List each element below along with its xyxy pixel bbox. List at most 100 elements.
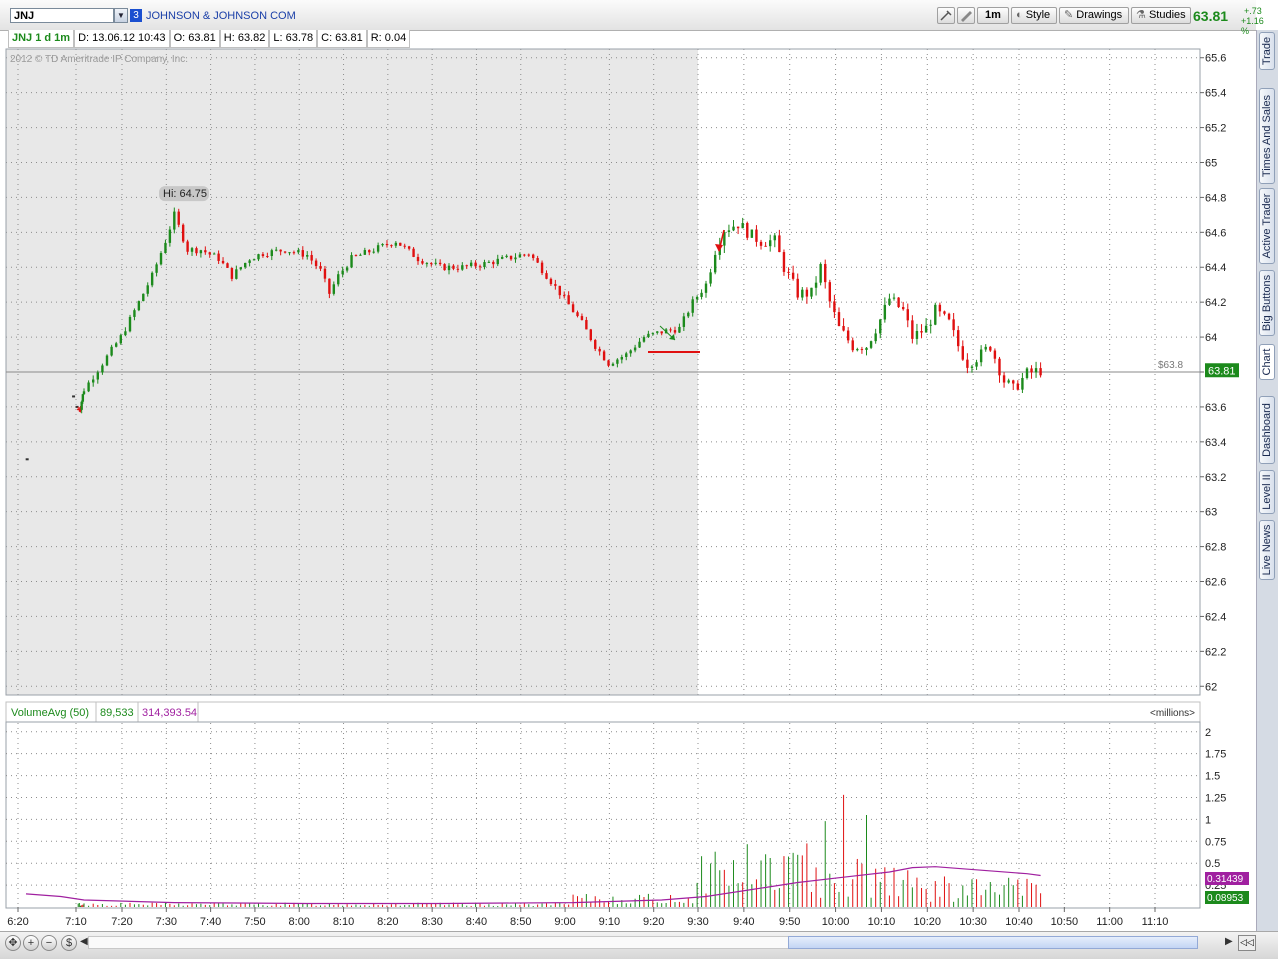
time-scrollbar-thumb[interactable] <box>788 936 1198 949</box>
candle <box>394 242 398 246</box>
tab-times-and-sales[interactable]: Times And Sales <box>1259 88 1275 184</box>
candle <box>288 252 291 254</box>
candle <box>536 258 539 263</box>
time-tick-label: 7:30 <box>156 916 177 928</box>
candle <box>523 254 526 256</box>
candle <box>25 458 29 461</box>
candle <box>81 394 85 402</box>
candle <box>115 343 118 347</box>
candle <box>970 366 974 368</box>
drawings-icon: ✎ <box>1064 9 1074 21</box>
candle <box>687 312 690 317</box>
candle <box>947 313 951 320</box>
candle <box>212 253 216 255</box>
link-group-badge[interactable]: 3 <box>130 9 142 22</box>
candle <box>319 266 322 269</box>
drawings-button[interactable]: ✎ Drawings <box>1059 7 1129 24</box>
candle <box>915 331 919 339</box>
candle <box>314 260 318 267</box>
crosshair-tool-icon[interactable] <box>937 7 955 24</box>
candle <box>736 226 740 229</box>
pencil-tool-icon[interactable] <box>957 7 975 24</box>
volume-study-name[interactable]: VolumeAvg (50) <box>11 707 89 719</box>
style-icon: ◐ <box>1016 9 1023 21</box>
pan-icon[interactable]: ✥ <box>5 935 21 951</box>
tab-live-news[interactable]: Live News <box>1259 520 1275 580</box>
scroll-right-icon[interactable]: ▶ <box>1225 936 1233 947</box>
tab-level-ii[interactable]: Level II <box>1259 470 1275 514</box>
candle <box>505 255 508 258</box>
tab-dashboard[interactable]: Dashboard <box>1259 396 1275 464</box>
candle <box>124 331 127 336</box>
candle <box>856 349 859 351</box>
candle <box>235 269 238 279</box>
candle <box>846 330 850 341</box>
candle <box>911 320 914 339</box>
candle <box>372 251 375 253</box>
candle <box>1030 368 1033 373</box>
candle <box>195 248 198 254</box>
time-tick-label: 7:10 <box>65 916 86 928</box>
expand-right-icon[interactable]: ◁◁ <box>1238 935 1256 951</box>
time-tick-label: 8:20 <box>377 916 398 928</box>
drawings-label: Drawings <box>1076 9 1123 21</box>
price-tick-label: 63.4 <box>1205 437 1226 449</box>
candle <box>833 301 836 313</box>
candle <box>416 256 420 262</box>
time-tick-label: 8:30 <box>421 916 442 928</box>
candle <box>709 272 712 284</box>
tab-active-trader[interactable]: Active Trader <box>1259 188 1275 264</box>
tab-trade[interactable]: Trade <box>1259 32 1275 70</box>
time-tick-label: 6:20 <box>7 916 28 928</box>
time-tick-label: 10:10 <box>868 916 896 928</box>
candle <box>746 223 749 238</box>
candle <box>642 337 646 342</box>
price-tick-label: 62.8 <box>1205 542 1226 554</box>
candle <box>204 250 207 253</box>
candle <box>390 245 393 247</box>
candle <box>137 301 141 311</box>
candle <box>571 304 575 313</box>
candle <box>1025 368 1029 378</box>
time-tick-label: 8:50 <box>510 916 531 928</box>
symbol-input[interactable]: JNJ <box>10 8 114 23</box>
candle <box>496 258 499 265</box>
interval-button[interactable]: 1m <box>977 7 1009 24</box>
zoom-out-icon[interactable]: − <box>41 935 57 951</box>
candle <box>787 271 790 273</box>
candle <box>629 350 632 354</box>
candle <box>226 263 229 268</box>
candle <box>301 250 304 257</box>
settings-icon[interactable]: $ <box>61 935 77 951</box>
candle <box>801 289 804 298</box>
candle <box>791 272 795 279</box>
side-panel-tabs: Trade Times And Sales Active Trader Big … <box>1256 30 1278 936</box>
last-price-tag-label: 63.81 <box>1208 365 1236 377</box>
candle <box>474 262 477 267</box>
candle <box>297 250 300 253</box>
scroll-left-icon[interactable]: ◀ <box>80 936 88 947</box>
candle <box>105 355 109 366</box>
price-tick-label: 62.2 <box>1205 646 1226 658</box>
price-volume-chart[interactable]: 2012 © TD Ameritrade IP Company, Inc. $6… <box>0 30 1256 931</box>
style-button[interactable]: ◐ Style <box>1011 7 1057 24</box>
tab-big-buttons[interactable]: Big Buttons <box>1259 270 1275 336</box>
tab-chart[interactable]: Chart <box>1259 344 1275 380</box>
candle <box>773 235 776 241</box>
price-tick-label: 65.2 <box>1205 123 1226 135</box>
candle <box>328 278 331 294</box>
candle <box>430 263 433 265</box>
candle <box>279 249 282 252</box>
candle <box>381 243 384 246</box>
candle <box>177 211 180 225</box>
candle <box>656 331 659 333</box>
symbol-dropdown-icon[interactable]: ▼ <box>114 8 128 23</box>
zoom-in-icon[interactable]: + <box>23 935 39 951</box>
candle <box>487 261 491 263</box>
price-tick-label: 63 <box>1205 507 1217 519</box>
candle <box>594 340 597 349</box>
candle <box>101 365 104 373</box>
studies-button[interactable]: ⚗ Studies <box>1131 7 1191 24</box>
volume-area <box>6 723 698 907</box>
candle <box>819 263 822 283</box>
